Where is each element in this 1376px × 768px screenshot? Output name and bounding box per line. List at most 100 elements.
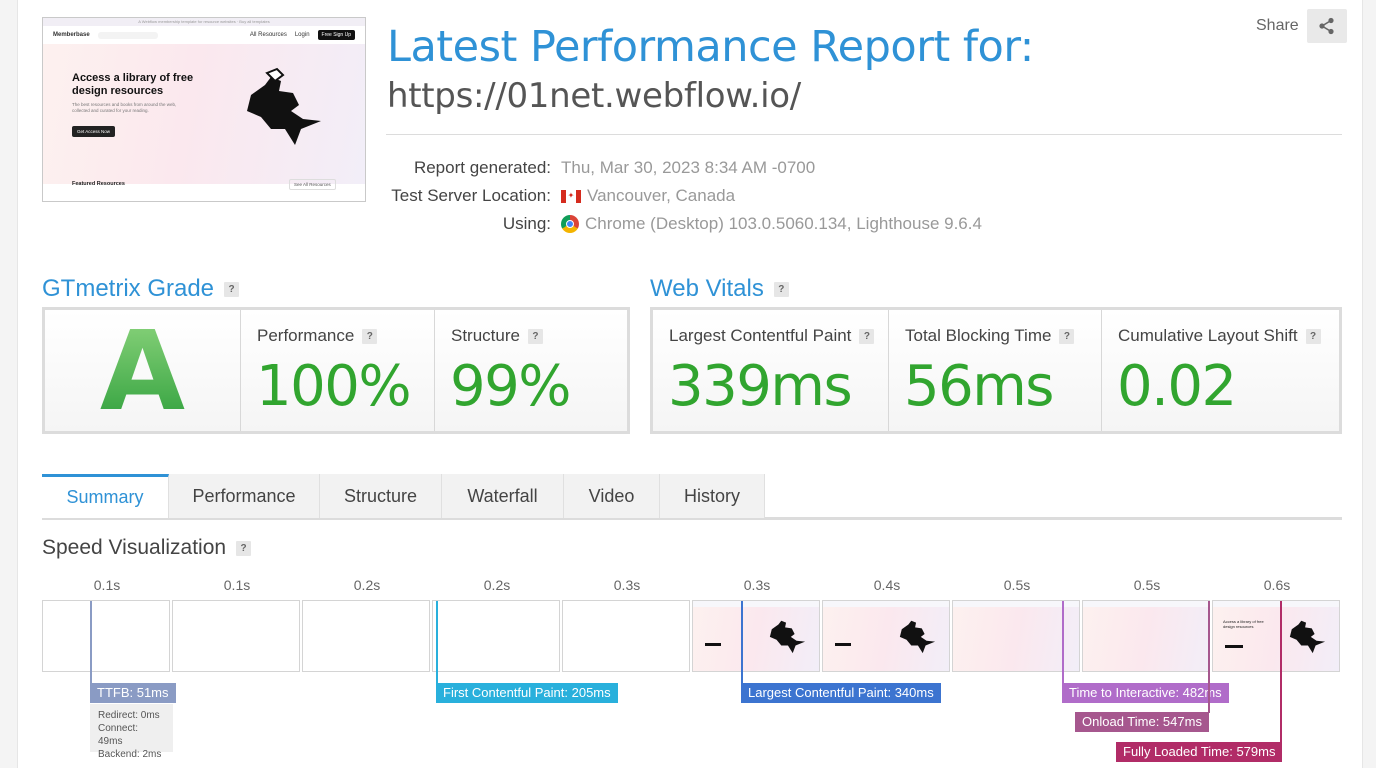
filmstrip-frame[interactable] xyxy=(822,600,950,672)
filmstrip-frame[interactable] xyxy=(952,600,1080,672)
thumbnail-logo: Memberbase xyxy=(53,32,90,38)
filmstrip-frame[interactable] xyxy=(42,600,170,672)
thumbnail-nav-link: All Resources xyxy=(249,32,287,38)
timeline-tick: 0.6s xyxy=(1263,577,1291,593)
help-icon[interactable]: ? xyxy=(1059,328,1075,344)
timeline-tick: 0.5s xyxy=(1003,577,1031,593)
performance-cell: Performance ? 100% xyxy=(241,310,435,431)
meta-value-wrap: ✦ Vancouver, Canada xyxy=(561,186,735,206)
ttfb-backend: Backend: 2ms xyxy=(98,749,162,760)
tbt-value: 56ms xyxy=(904,354,1054,419)
vitals-heading-text: Web Vitals xyxy=(650,275,764,302)
cls-label-wrap: Cumulative Layout Shift ? xyxy=(1118,326,1321,346)
tab-video[interactable]: Video xyxy=(564,474,660,518)
filmstrip-frame[interactable] xyxy=(1082,600,1210,672)
tbt-label: Total Blocking Time xyxy=(905,326,1052,345)
lcp-line xyxy=(741,601,743,684)
cls-cell: Cumulative Layout Shift ? 0.02 xyxy=(1102,310,1339,431)
tbt-cell: Total Blocking Time ? 56ms xyxy=(889,310,1102,431)
performance-label-wrap: Performance ? xyxy=(257,326,378,346)
filmstrip-frame[interactable] xyxy=(302,600,430,672)
tti-line xyxy=(1062,601,1064,684)
onload-marker[interactable]: Onload Time: 547ms xyxy=(1075,712,1209,732)
cls-value: 0.02 xyxy=(1117,354,1237,419)
help-icon[interactable]: ? xyxy=(773,281,789,297)
lcp-marker[interactable]: Largest Contentful Paint: 340ms xyxy=(741,683,941,703)
filmstrip-frame[interactable] xyxy=(432,600,560,672)
tab-performance[interactable]: Performance xyxy=(169,474,320,518)
grade-letter: A xyxy=(45,307,240,435)
lcp-value: 339ms xyxy=(668,354,853,419)
tab-waterfall[interactable]: Waterfall xyxy=(442,474,564,518)
tti-marker[interactable]: Time to Interactive: 482ms xyxy=(1062,683,1229,703)
illustration-icon xyxy=(899,620,936,654)
speed-heading: Speed Visualization ? xyxy=(42,536,252,560)
help-icon[interactable]: ? xyxy=(362,328,378,344)
speed-heading-text: Speed Visualization xyxy=(42,536,227,559)
meta-value-wrap: Chrome (Desktop) 103.0.5060.134, Lightho… xyxy=(561,214,982,234)
timeline-tick: 0.1s xyxy=(93,577,121,593)
structure-cell: Structure ? 99% xyxy=(435,310,627,431)
meta-row-server-location: Test Server Location: ✦ Vancouver, Canad… xyxy=(386,182,982,210)
grade-heading: GTmetrix Grade ? xyxy=(42,275,240,303)
filmstrip-frame[interactable]: Access a library of free design resource… xyxy=(1212,600,1340,672)
filmstrip-frame[interactable] xyxy=(692,600,820,672)
chrome-icon xyxy=(561,215,579,233)
thumbnail-see-all: See All Resources xyxy=(289,179,336,190)
thumbnail-hero-title: Access a library of free design resource… xyxy=(72,72,194,97)
thumbnail-nav: Memberbase All Resources Login Free Sign… xyxy=(43,26,365,44)
ttfb-marker[interactable]: TTFB: 51ms xyxy=(90,683,176,703)
structure-label: Structure xyxy=(451,326,520,345)
share-button[interactable] xyxy=(1306,9,1347,43)
tab-summary[interactable]: Summary xyxy=(42,474,169,518)
filmstrip: Access a library of free design resource… xyxy=(42,600,1342,673)
tbt-label-wrap: Total Blocking Time ? xyxy=(905,326,1075,346)
report-title: Latest Performance Report for: xyxy=(387,22,1034,72)
thumbnail-hero-text: The best resources and books from around… xyxy=(72,102,177,113)
page-screenshot-thumbnail[interactable]: A Webflow membership template for resour… xyxy=(42,17,366,202)
share-control: Share xyxy=(1256,9,1347,43)
meta-label: Test Server Location: xyxy=(391,186,551,205)
grade-heading-text: GTmetrix Grade xyxy=(42,275,215,302)
fcp-marker[interactable]: First Contentful Paint: 205ms xyxy=(436,683,618,703)
help-icon[interactable]: ? xyxy=(859,328,875,344)
report-meta: Report generated: Thu, Mar 30, 2023 8:34… xyxy=(386,154,982,238)
canada-flag-icon: ✦ xyxy=(561,189,581,203)
ttfb-connect: Connect: 49ms xyxy=(98,723,139,747)
share-icon xyxy=(1319,17,1334,35)
onload-line xyxy=(1208,601,1210,713)
lcp-label-wrap: Largest Contentful Paint ? xyxy=(669,326,875,346)
ttfb-redirect: Redirect: 0ms xyxy=(98,710,160,721)
grade-panel: A Performance ? 100% Structure ? 99% xyxy=(42,307,630,435)
help-icon[interactable]: ? xyxy=(224,281,240,297)
report-url[interactable]: https://01net.webflow.io/ xyxy=(387,76,801,116)
illustration-icon xyxy=(769,620,806,654)
fully-loaded-line xyxy=(1280,601,1282,743)
right-gutter xyxy=(1362,0,1376,768)
fcp-line xyxy=(436,601,438,684)
vitals-heading: Web Vitals ? xyxy=(650,275,789,303)
meta-value: Thu, Mar 30, 2023 8:34 AM -0700 xyxy=(561,158,816,177)
timeline-tick: 0.3s xyxy=(743,577,771,593)
tab-history[interactable]: History xyxy=(660,474,765,518)
meta-label: Using: xyxy=(502,214,551,233)
timeline-tick: 0.1s xyxy=(223,577,251,593)
lcp-label: Largest Contentful Paint xyxy=(669,326,852,345)
fully-loaded-marker[interactable]: Fully Loaded Time: 579ms xyxy=(1116,742,1283,762)
filmstrip-frame[interactable] xyxy=(562,600,690,672)
thumbnail-illustration-icon xyxy=(247,67,321,145)
tab-structure[interactable]: Structure xyxy=(320,474,442,518)
filmstrip-frame[interactable] xyxy=(172,600,300,672)
ttfb-breakdown: Redirect: 0ms Connect: 49ms Backend: 2ms xyxy=(90,704,173,760)
meta-row-using: Using: Chrome (Desktop) 103.0.5060.134, … xyxy=(386,210,982,238)
thumbnail-hero-cta: Get Access Now xyxy=(72,126,116,137)
help-icon[interactable]: ? xyxy=(236,540,252,556)
structure-value: 99% xyxy=(450,354,571,419)
thumbnail-hero: Access a library of free design resource… xyxy=(43,44,365,184)
grade-letter-cell: A xyxy=(45,307,241,435)
meta-value: Chrome (Desktop) 103.0.5060.134, Lightho… xyxy=(585,214,982,233)
help-icon[interactable]: ? xyxy=(1305,328,1321,344)
help-icon[interactable]: ? xyxy=(527,328,543,344)
meta-value: Vancouver, Canada xyxy=(587,186,736,205)
performance-label: Performance xyxy=(257,326,355,345)
